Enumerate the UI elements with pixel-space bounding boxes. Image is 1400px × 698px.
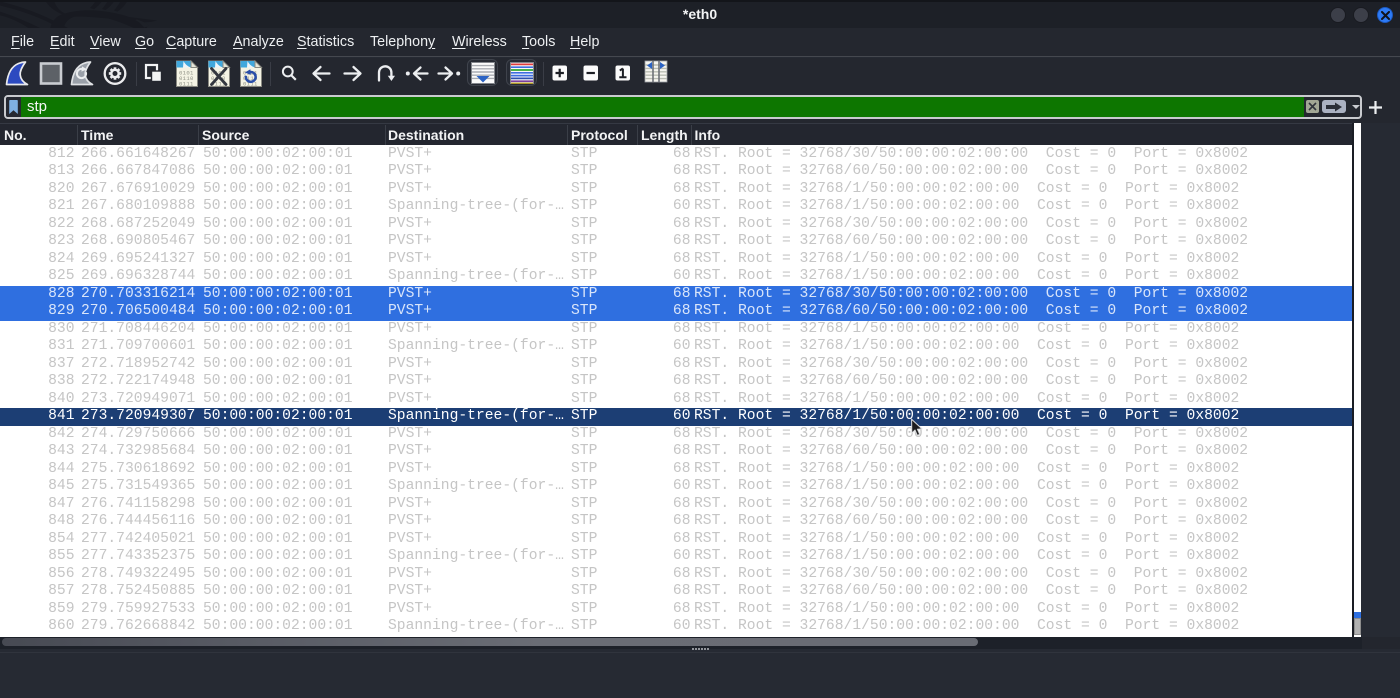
svg-text:0111: 0111 bbox=[179, 80, 194, 87]
